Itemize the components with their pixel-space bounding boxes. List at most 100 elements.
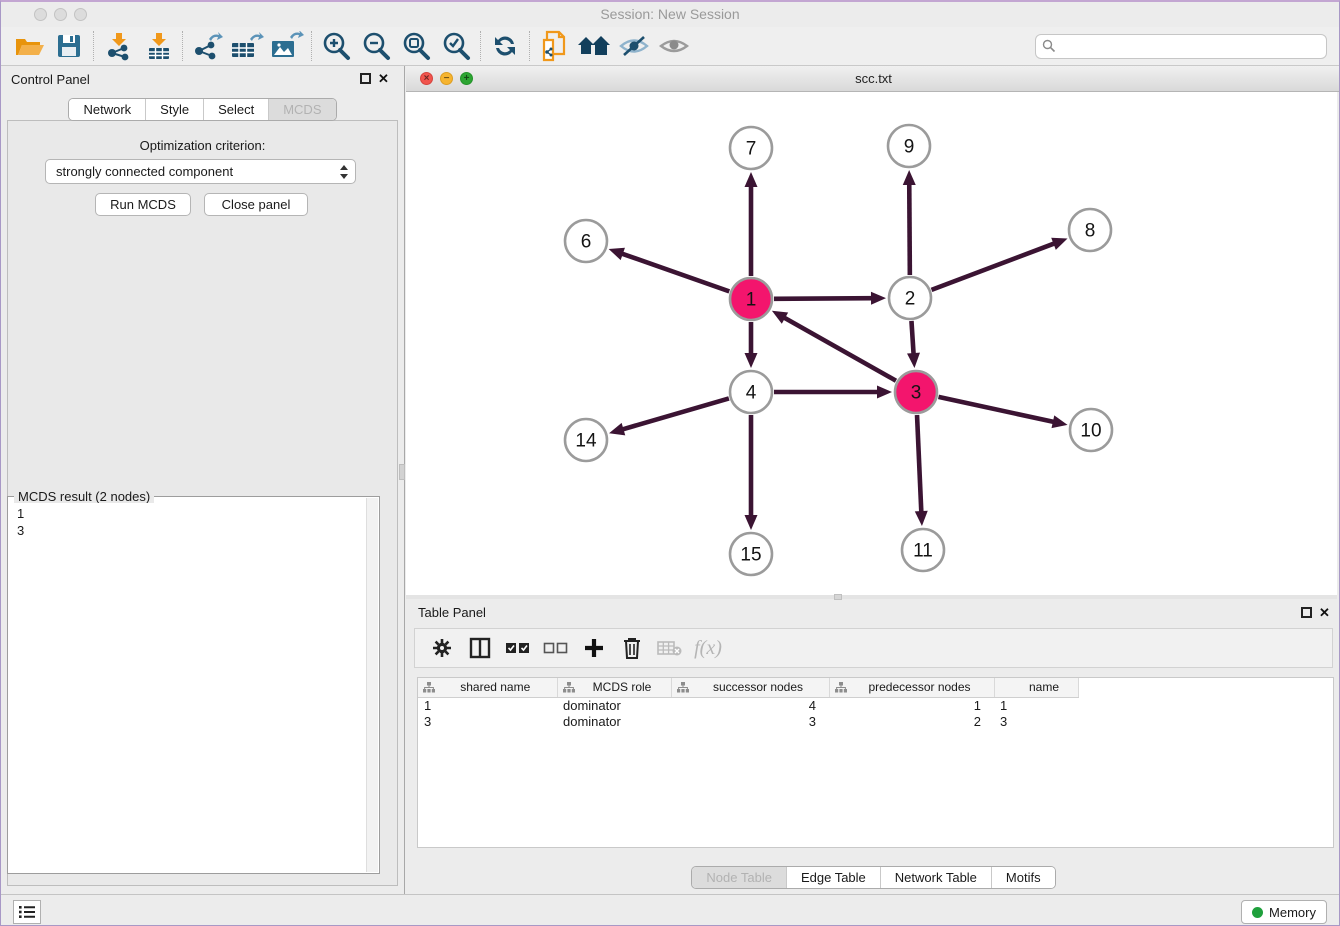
- cell-successor-nodes[interactable]: 3: [671, 713, 829, 729]
- memory-button[interactable]: Memory: [1241, 900, 1327, 924]
- run-mcds-button[interactable]: Run MCDS: [95, 193, 191, 216]
- zoom-fit-icon[interactable]: [396, 29, 436, 63]
- graph-edge-4-3[interactable]: [774, 386, 892, 399]
- memory-status-dot: [1252, 907, 1263, 918]
- application-window: Session: New Session: [0, 0, 1340, 926]
- cell-name[interactable]: 3: [994, 713, 1078, 729]
- task-history-button[interactable]: [13, 900, 41, 924]
- mcds-result-text[interactable]: 1 3: [9, 503, 366, 872]
- graph-node-1[interactable]: 1: [730, 278, 772, 320]
- open-session-icon[interactable]: [9, 29, 49, 63]
- close-panel-icon[interactable]: ✕: [378, 71, 389, 87]
- column-visibility-icon[interactable]: [461, 631, 499, 665]
- home-icon[interactable]: [574, 29, 614, 63]
- optimization-criterion-dropdown[interactable]: strongly connected component: [45, 159, 356, 184]
- table-row-1[interactable]: 1dominator411: [418, 697, 1078, 713]
- tab-network[interactable]: Network: [69, 99, 145, 120]
- graph-edge-1-4[interactable]: [745, 322, 758, 368]
- select-all-checkboxes-icon[interactable]: [499, 631, 537, 665]
- export-network-icon[interactable]: [187, 29, 227, 63]
- cell-name[interactable]: 1: [994, 697, 1078, 713]
- tab-network-table[interactable]: Network Table: [880, 867, 991, 888]
- tab-node-table[interactable]: Node Table: [692, 867, 786, 888]
- import-table-icon[interactable]: [138, 29, 178, 63]
- graph-edge-4-15[interactable]: [745, 415, 758, 530]
- svg-text:2: 2: [905, 289, 916, 310]
- table-float-panel-icon[interactable]: [1301, 607, 1312, 618]
- network-file-icon[interactable]: [534, 29, 574, 63]
- network-graph: 7 9 6 8 1 2 4 3 14 10 15 11: [406, 92, 1337, 595]
- toolbar-separator: [311, 31, 312, 61]
- graph-edge-4-14[interactable]: [609, 398, 729, 435]
- graph-edge-3-11[interactable]: [915, 415, 928, 526]
- graph-node-11[interactable]: 11: [902, 529, 944, 571]
- column-header-predecessor-nodes[interactable]: predecessor nodes: [829, 678, 994, 697]
- cell-shared-name[interactable]: 1: [418, 697, 557, 713]
- show-all-eye-icon[interactable]: [654, 29, 694, 63]
- column-header-shared-name[interactable]: shared name: [418, 678, 557, 697]
- import-network-icon[interactable]: [98, 29, 138, 63]
- graph-node-2[interactable]: 2: [889, 277, 931, 319]
- cell-shared-name[interactable]: 3: [418, 713, 557, 729]
- column-header-successor-nodes[interactable]: successor nodes: [671, 678, 829, 697]
- graph-edge-1-6[interactable]: [609, 248, 730, 292]
- vertical-splitter-handle[interactable]: [399, 464, 405, 480]
- graph-edge-3-1[interactable]: [772, 311, 896, 381]
- graph-node-3[interactable]: 3: [895, 371, 937, 413]
- save-session-icon[interactable]: [49, 29, 89, 63]
- tab-motifs[interactable]: Motifs: [991, 867, 1055, 888]
- deselect-all-checkboxes-icon[interactable]: [537, 631, 575, 665]
- table-close-panel-icon[interactable]: ✕: [1319, 605, 1330, 621]
- cell-predecessor-nodes[interactable]: 2: [829, 713, 994, 729]
- node-table-grid[interactable]: shared nameMCDS rolesuccessor nodesprede…: [418, 678, 1079, 729]
- tab-style[interactable]: Style: [145, 99, 203, 120]
- settings-gear-icon[interactable]: [423, 631, 461, 665]
- horizontal-splitter[interactable]: [406, 595, 1337, 599]
- zoom-in-icon[interactable]: [316, 29, 356, 63]
- delete-row-trash-icon[interactable]: [613, 631, 651, 665]
- add-row-icon[interactable]: [575, 631, 613, 665]
- close-panel-button[interactable]: Close panel: [204, 193, 308, 216]
- svg-text:1: 1: [746, 290, 757, 311]
- network-canvas[interactable]: 7 9 6 8 1 2 4 3 14 10 15 11: [406, 92, 1337, 595]
- tab-edge-table[interactable]: Edge Table: [786, 867, 880, 888]
- tab-select[interactable]: Select: [203, 99, 268, 120]
- zoom-out-icon[interactable]: [356, 29, 396, 63]
- tab-mcds[interactable]: MCDS: [268, 99, 335, 120]
- cell-successor-nodes[interactable]: 4: [671, 697, 829, 713]
- hide-selected-eye-icon[interactable]: [614, 29, 654, 63]
- search-icon: [1042, 39, 1056, 53]
- graph-edge-2-3[interactable]: [907, 321, 920, 368]
- graph-edge-2-8[interactable]: [932, 238, 1068, 290]
- result-scrollbar[interactable]: [366, 498, 378, 872]
- export-image-icon[interactable]: [267, 29, 307, 63]
- graph-edge-2-9[interactable]: [903, 170, 916, 275]
- float-panel-icon[interactable]: [360, 73, 371, 84]
- zoom-selected-icon[interactable]: [436, 29, 476, 63]
- cell-MCDS-role[interactable]: dominator: [557, 697, 671, 713]
- table-row-2[interactable]: 3dominator323: [418, 713, 1078, 729]
- horizontal-splitter-handle[interactable]: [834, 594, 842, 600]
- cell-MCDS-role[interactable]: dominator: [557, 713, 671, 729]
- refresh-network-icon[interactable]: [485, 29, 525, 63]
- column-header-name[interactable]: name: [994, 678, 1078, 697]
- graph-edge-1-2[interactable]: [774, 292, 886, 305]
- graph-node-10[interactable]: 10: [1070, 409, 1112, 451]
- graph-node-8[interactable]: 8: [1069, 209, 1111, 251]
- graph-node-9[interactable]: 9: [888, 125, 930, 167]
- search-input[interactable]: [1035, 34, 1327, 59]
- graph-edge-3-10[interactable]: [938, 397, 1067, 428]
- cell-predecessor-nodes[interactable]: 1: [829, 697, 994, 713]
- svg-text:6: 6: [581, 232, 592, 253]
- graph-node-15[interactable]: 15: [730, 533, 772, 575]
- export-table-icon[interactable]: [227, 29, 267, 63]
- function-builder-icon-disabled: f(x): [689, 631, 727, 665]
- graph-node-4[interactable]: 4: [730, 371, 772, 413]
- graph-node-7[interactable]: 7: [730, 127, 772, 169]
- graph-node-14[interactable]: 14: [565, 419, 607, 461]
- graph-edge-1-7[interactable]: [745, 172, 758, 276]
- svg-text:9: 9: [904, 137, 915, 158]
- column-header-MCDS-role[interactable]: MCDS role: [557, 678, 671, 697]
- graph-node-6[interactable]: 6: [565, 220, 607, 262]
- window-titlebar: Session: New Session: [1, 2, 1339, 27]
